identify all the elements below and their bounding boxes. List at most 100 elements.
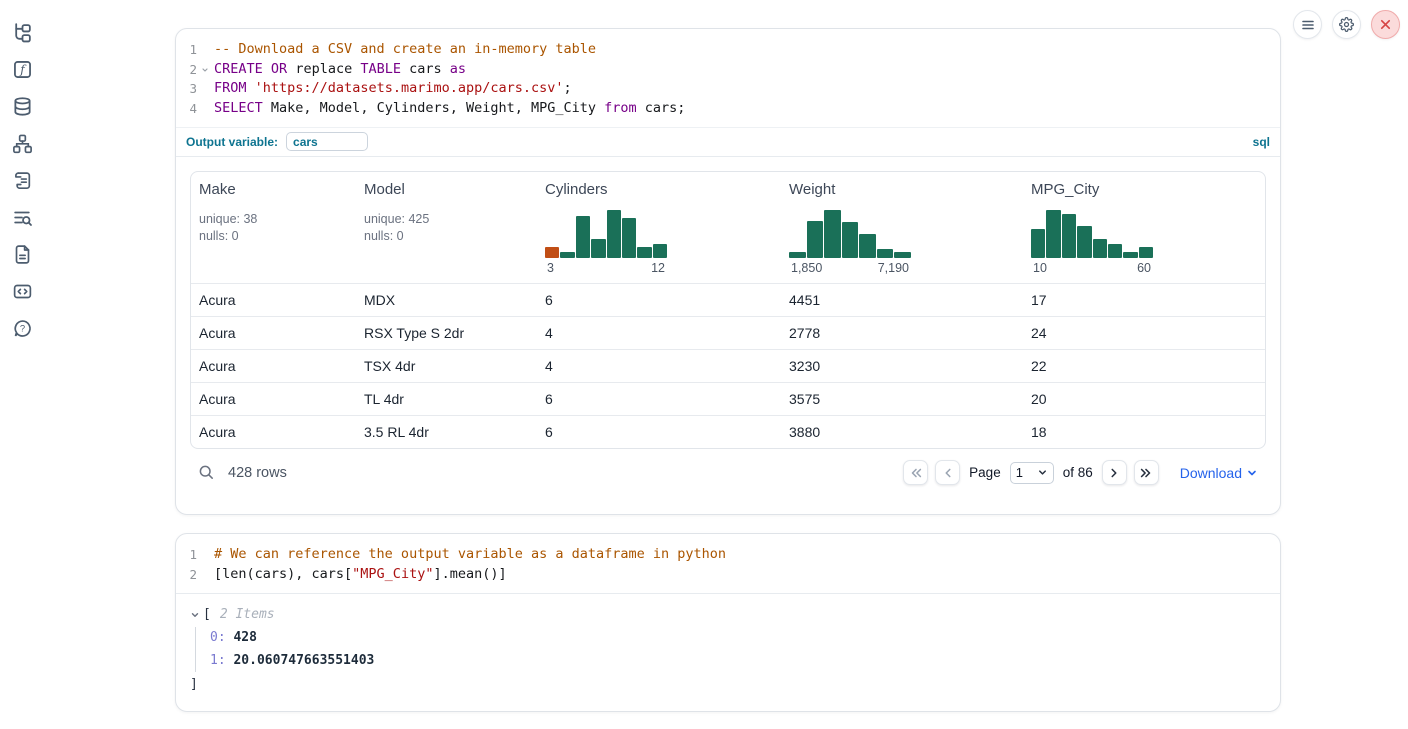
code-token: ; (564, 80, 572, 96)
histogram-bar (859, 234, 876, 258)
sidebar-item-variables[interactable]: f (12, 59, 33, 80)
table-cell: 3.5 RL 4dr (356, 424, 537, 440)
table-footer: 428 rows Page 1 of 86 (190, 449, 1266, 485)
sql-code-editor[interactable]: 1-- Download a CSV and create an in-memo… (176, 29, 1280, 127)
axis-max: 12 (651, 261, 665, 275)
table-cell: 6 (537, 391, 781, 407)
code-token: as (450, 61, 466, 77)
table-cell: 4 (537, 358, 781, 374)
histogram-bar (560, 252, 574, 258)
code-token (263, 61, 271, 77)
file-tree-icon (12, 22, 33, 43)
prev-page-button[interactable] (935, 460, 960, 485)
page-select[interactable]: 1 (1010, 462, 1054, 484)
table-row: AcuraTSX 4dr4323022 (191, 349, 1265, 382)
topbar-controls (1293, 10, 1400, 39)
code-text: # We can reference the output variable a… (214, 545, 726, 565)
entry-value: 428 (233, 630, 256, 645)
table-cell: TSX 4dr (356, 358, 537, 374)
column-histogram: 312 (545, 208, 667, 275)
histogram-bar (1046, 210, 1060, 258)
help-bubble-icon: ? (12, 318, 33, 339)
settings-button[interactable] (1332, 10, 1361, 39)
sidebar-item-documentation[interactable] (12, 244, 33, 265)
code-token: OR (271, 61, 287, 77)
histogram-bar (1031, 229, 1045, 258)
open-bracket: [ (203, 607, 211, 622)
column-header-model[interactable]: Modelunique: 425nulls: 0 (356, 172, 537, 283)
code-token: [len(cars), cars[ (214, 566, 352, 582)
sidebar-item-snippets[interactable] (12, 281, 33, 302)
unique-count: unique: 38 (199, 211, 348, 228)
table-cell: Acura (191, 358, 356, 374)
code-text: CREATE OR replace TABLE cars as (214, 60, 466, 80)
code-token (247, 80, 255, 96)
output-variable-bar: Output variable: sql (176, 127, 1280, 157)
column-header-weight[interactable]: Weight1,8507,190 (781, 172, 1023, 283)
histogram-bars (1031, 208, 1153, 258)
sidebar-item-outline[interactable] (12, 170, 33, 191)
column-histogram: 1060 (1031, 208, 1153, 275)
histogram-bar (877, 249, 894, 258)
sidebar-item-file-explorer[interactable] (12, 22, 33, 43)
chevrons-left-icon (909, 466, 923, 480)
table-row: AcuraTL 4dr6357520 (191, 382, 1265, 415)
histogram-axis: 312 (545, 261, 667, 275)
shutdown-button[interactable] (1371, 10, 1400, 39)
fold-chevron-icon[interactable] (201, 66, 209, 74)
histogram-bar (894, 252, 911, 258)
histogram-bar (637, 247, 651, 258)
page-total: of 86 (1063, 465, 1093, 480)
histogram-axis: 1060 (1031, 261, 1153, 275)
language-badge[interactable]: sql (1253, 135, 1270, 149)
download-button[interactable]: Download (1180, 465, 1258, 481)
table-cell: 22 (1023, 358, 1265, 374)
column-stats: unique: 38nulls: 0 (199, 211, 348, 244)
code-token: 'https://datasets.marimo.app/cars.csv' (255, 80, 564, 96)
code-token: cars (401, 61, 450, 77)
first-page-button[interactable] (903, 460, 928, 485)
code-line: 2[len(cars), cars["MPG_City"].mean()] (176, 565, 1280, 585)
svg-text:?: ? (19, 324, 24, 335)
line-number: 2 (176, 565, 214, 585)
chevron-left-icon (941, 466, 955, 480)
chevron-down-icon[interactable] (190, 610, 200, 620)
code-line: 4SELECT Make, Model, Cylinders, Weight, … (176, 99, 1280, 119)
table-cell: 4451 (781, 292, 1023, 308)
page-label: Page (969, 465, 1001, 480)
chevrons-right-icon (1139, 466, 1153, 480)
table-cell: Acura (191, 424, 356, 440)
line-number: 1 (176, 40, 214, 60)
column-name: Make (199, 181, 348, 198)
output-variable-input[interactable] (286, 132, 368, 151)
notebook-menu-button[interactable] (1293, 10, 1322, 39)
sidebar-item-help[interactable]: ? (12, 318, 33, 339)
histogram-bar (576, 216, 590, 258)
python-code-editor[interactable]: 1# We can reference the output variable … (176, 534, 1280, 593)
code-line: 1-- Download a CSV and create an in-memo… (176, 40, 1280, 60)
file-text-icon (12, 244, 33, 265)
code-token: SELECT (214, 100, 263, 116)
sidebar-item-datasources[interactable] (12, 96, 33, 117)
table-cell: 6 (537, 292, 781, 308)
next-page-button[interactable] (1102, 460, 1127, 485)
unique-count: unique: 425 (364, 211, 529, 228)
close-icon (1379, 18, 1392, 31)
pagination: Page 1 of 86 Download (903, 460, 1258, 485)
histogram-bar (545, 247, 559, 258)
table-cell: 20 (1023, 391, 1265, 407)
column-header-make[interactable]: Make unique: 38nulls: 0 (191, 172, 356, 283)
last-page-button[interactable] (1134, 460, 1159, 485)
output-tree-entry: 0: 428 (210, 627, 1266, 650)
database-icon (12, 96, 33, 117)
code-token: # We can reference the output variable a… (214, 546, 726, 562)
column-header-mpg_city[interactable]: MPG_City1060 (1023, 172, 1265, 283)
table-cell: 18 (1023, 424, 1265, 440)
sidebar-item-dependencies[interactable] (12, 133, 33, 154)
search-icon[interactable] (198, 464, 215, 481)
sidebar-item-logs[interactable] (12, 207, 33, 228)
graph-icon (12, 133, 33, 154)
null-count: nulls: 0 (364, 228, 529, 245)
axis-min: 10 (1033, 261, 1047, 275)
column-header-cylinders[interactable]: Cylinders312 (537, 172, 781, 283)
